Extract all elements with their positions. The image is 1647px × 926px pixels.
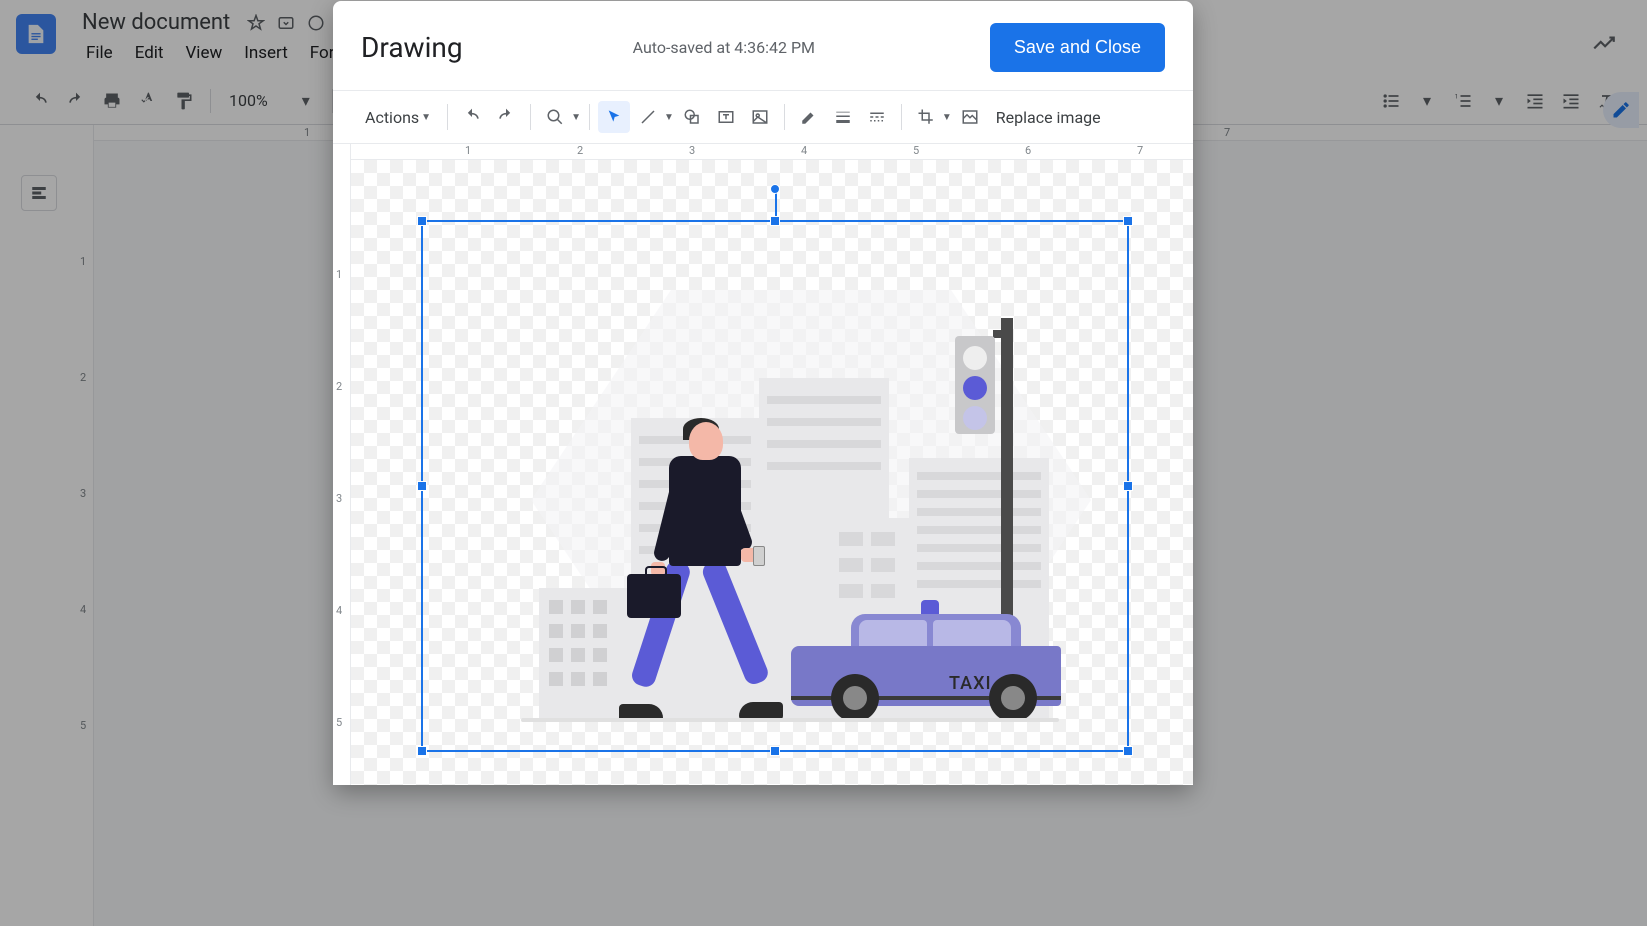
taxi-illustration: TAXI bbox=[791, 602, 1061, 722]
textbox-tool-icon[interactable] bbox=[710, 101, 742, 133]
illustration-image: TAXI bbox=[431, 230, 1119, 742]
select-tool-icon[interactable] bbox=[598, 101, 630, 133]
resize-handle[interactable] bbox=[770, 216, 780, 226]
drawing-canvas-area: 1 2 3 4 5 1 2 3 4 5 6 7 bbox=[333, 144, 1193, 785]
image-tool-icon[interactable] bbox=[744, 101, 776, 133]
zoom-icon[interactable] bbox=[539, 101, 571, 133]
shape-tool-icon[interactable] bbox=[676, 101, 708, 133]
undo-icon[interactable] bbox=[456, 101, 488, 133]
taxi-label: TAXI bbox=[949, 673, 992, 694]
drawing-modal: Drawing Auto-saved at 4:36:42 PM Save an… bbox=[333, 1, 1193, 785]
modal-header: Drawing Auto-saved at 4:36:42 PM Save an… bbox=[333, 1, 1193, 91]
border-weight-icon[interactable] bbox=[827, 101, 859, 133]
chevron-down-icon[interactable]: ▼ bbox=[942, 112, 952, 123]
redo-icon[interactable] bbox=[490, 101, 522, 133]
autosave-status: Auto-saved at 4:36:42 PM bbox=[633, 38, 815, 57]
replace-image-button[interactable]: Replace image bbox=[988, 104, 1109, 131]
line-tool-icon[interactable] bbox=[632, 101, 664, 133]
save-and-close-button[interactable]: Save and Close bbox=[990, 23, 1165, 72]
resize-handle[interactable] bbox=[417, 746, 427, 756]
drawing-toolbar: Actions▼ ▼ ▼ ▼ Replace image bbox=[333, 91, 1193, 144]
resize-handle[interactable] bbox=[417, 481, 427, 491]
man-illustration bbox=[621, 422, 781, 722]
image-selection[interactable]: TAXI bbox=[421, 220, 1129, 752]
border-dash-icon[interactable] bbox=[861, 101, 893, 133]
crop-icon[interactable] bbox=[910, 101, 942, 133]
border-color-icon[interactable] bbox=[793, 101, 825, 133]
mask-icon[interactable] bbox=[954, 101, 986, 133]
rotation-handle[interactable] bbox=[770, 184, 780, 194]
canvas-horizontal-ruler: 1 2 3 4 5 6 7 bbox=[351, 144, 1193, 160]
canvas-vertical-ruler: 1 2 3 4 5 bbox=[333, 144, 351, 785]
resize-handle[interactable] bbox=[1123, 746, 1133, 756]
resize-handle[interactable] bbox=[1123, 481, 1133, 491]
canvas-checker-background[interactable]: TAXI bbox=[351, 160, 1193, 785]
chevron-down-icon[interactable]: ▼ bbox=[664, 112, 674, 123]
resize-handle[interactable] bbox=[417, 216, 427, 226]
modal-title: Drawing bbox=[361, 31, 463, 64]
resize-handle[interactable] bbox=[1123, 216, 1133, 226]
chevron-down-icon[interactable]: ▼ bbox=[571, 112, 581, 123]
resize-handle[interactable] bbox=[770, 746, 780, 756]
actions-menu[interactable]: Actions▼ bbox=[357, 104, 439, 131]
